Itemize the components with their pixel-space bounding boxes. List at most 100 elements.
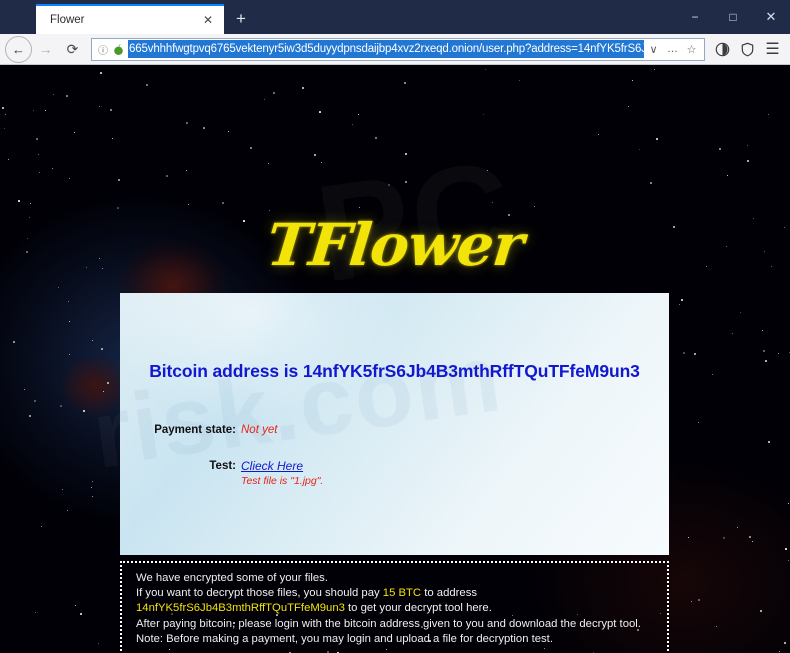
star (639, 149, 641, 151)
star (694, 353, 697, 356)
star (719, 148, 722, 151)
app-menu-icon[interactable]: ☰ (760, 36, 785, 63)
star (483, 114, 485, 116)
star (784, 642, 786, 644)
test-value: Clieck Here Test file is "1.jpg". (241, 459, 323, 488)
star (788, 503, 790, 505)
back-button[interactable]: ← (5, 35, 32, 63)
star (388, 184, 391, 187)
tab-title: Flower (50, 14, 85, 26)
star (698, 422, 700, 424)
star (268, 163, 270, 165)
site-info-icon[interactable]: ⓘ (96, 42, 110, 57)
star (41, 526, 43, 528)
star (29, 415, 32, 418)
payment-state-value: Not yet (241, 423, 277, 437)
test-click-here-link[interactable]: Clieck Here (241, 459, 323, 473)
star (654, 69, 656, 71)
star (763, 350, 766, 353)
star (788, 560, 790, 562)
star (112, 138, 114, 140)
star (712, 374, 714, 376)
star (405, 181, 408, 184)
star (405, 153, 408, 156)
test-label: Test: (209, 460, 236, 472)
test-file-note: Test file is "1.jpg". (241, 475, 324, 487)
btc-amount: 15 BTC (382, 587, 422, 600)
star (92, 340, 94, 342)
star (314, 154, 316, 156)
torbutton-onion-icon[interactable] (710, 36, 735, 63)
star (747, 160, 750, 163)
star (778, 353, 780, 355)
star (679, 304, 681, 306)
note-line-1: We have encrypted some of your files. (136, 572, 328, 584)
star (91, 487, 93, 489)
star (404, 82, 407, 85)
star (146, 84, 148, 86)
reload-button[interactable]: ⟳ (59, 36, 86, 63)
star (779, 651, 781, 653)
star (66, 95, 68, 97)
star (34, 400, 36, 402)
star (747, 145, 749, 147)
star (166, 175, 168, 177)
shield-icon[interactable] (735, 36, 760, 63)
window-controls: − □ ✕ (676, 0, 790, 34)
star (58, 287, 60, 289)
url-text[interactable]: 665vhhhfwgtpvq6765vektenyr5iw3d5duyydpns… (128, 40, 644, 58)
star (698, 599, 700, 601)
star (264, 99, 266, 101)
star (228, 131, 230, 133)
star (67, 510, 69, 512)
star (92, 496, 94, 498)
forward-button[interactable]: → (32, 36, 59, 63)
star (485, 69, 487, 71)
test-row: Test: Clieck Here Test file is "1.jpg". (149, 459, 323, 488)
star (688, 537, 690, 539)
star (352, 124, 354, 126)
maximize-button[interactable]: □ (714, 0, 752, 34)
page-actions-icon[interactable]: … (663, 39, 682, 60)
star (188, 204, 190, 206)
bookmark-star-icon[interactable]: ☆ (682, 39, 701, 60)
note-line-3: 14nfYK5frS6Jb4B3mthRffTQuTFfeM9un3 to ge… (136, 601, 667, 616)
minimize-button[interactable]: − (676, 0, 714, 34)
page-content: PC risk.com TFlower PC risk.com Bitcoin … (0, 65, 790, 653)
star (45, 110, 47, 112)
star (100, 72, 102, 74)
new-tab-button[interactable]: + (226, 4, 256, 34)
star (321, 162, 323, 164)
browser-tab-flower[interactable]: Flower ✕ (36, 4, 224, 34)
close-window-button[interactable]: ✕ (752, 0, 790, 34)
note-line-2-suffix: to address (421, 587, 477, 600)
star (8, 159, 10, 161)
chevron-down-icon[interactable]: ∨ (644, 39, 663, 60)
star (375, 137, 377, 139)
url-bar[interactable]: ⓘ 665vhhhfwgtpvq6765vektenyr5iw3d5duyydp… (91, 37, 705, 61)
star (99, 106, 101, 108)
star (768, 114, 770, 116)
star (18, 200, 20, 202)
star (519, 80, 521, 82)
star (69, 178, 71, 180)
star (723, 537, 726, 540)
star (38, 154, 40, 156)
star (768, 441, 770, 443)
star (650, 182, 652, 184)
star (39, 172, 41, 174)
star (302, 87, 305, 90)
star (69, 321, 71, 323)
star (740, 312, 742, 314)
star (598, 134, 600, 136)
star (656, 138, 658, 140)
star (60, 405, 62, 407)
star (117, 207, 119, 209)
tab-close-icon[interactable]: ✕ (200, 12, 216, 28)
star (53, 94, 55, 96)
star (110, 109, 112, 111)
note-line-3-suffix: to get your decrypt tool here. (344, 602, 492, 615)
note-bitcoin-address: 14nfYK5frS6Jb4B3mthRffTQuTFfeM9un3 (136, 602, 345, 615)
panel-watermark-top: PC (306, 293, 510, 303)
star (69, 354, 71, 356)
